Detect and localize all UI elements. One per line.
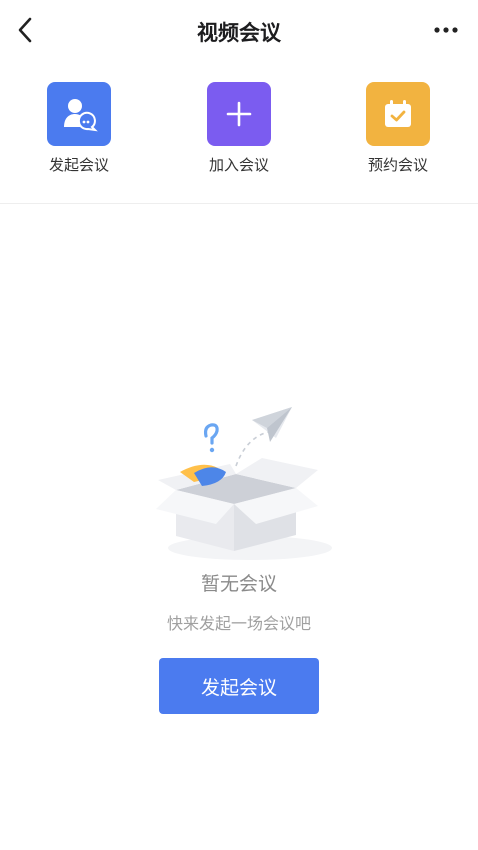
schedule-meeting-label: 预约会议: [367, 156, 428, 174]
join-meeting-action[interactable]: 加入会议: [191, 82, 287, 175]
start-meeting-icon: [64, 99, 98, 132]
section-divider: [0, 203, 478, 204]
empty-box-illustration: [156, 407, 332, 560]
more-button[interactable]: [428, 14, 464, 46]
quick-actions: 发起会议 加入会议 预约会议: [0, 82, 478, 182]
page-title: 视频会议: [197, 21, 281, 45]
nav-bar: 视频会议: [0, 0, 478, 60]
calendar-check-icon: [385, 100, 411, 127]
video-meeting-screen: 视频会议 发起会议 加入会议 预约会议 暂无会议 快来发起一场会议吧 发起会议: [0, 0, 478, 850]
join-meeting-label: 加入会议: [208, 156, 269, 174]
empty-state-title: 暂无会议: [200, 573, 277, 595]
start-meeting-tile: [47, 82, 111, 146]
empty-state-hint: 快来发起一场会议吧: [166, 614, 311, 633]
schedule-meeting-tile: [366, 82, 430, 146]
join-meeting-tile: [207, 82, 271, 146]
start-meeting-button[interactable]: 发起会议: [159, 658, 319, 714]
start-meeting-action[interactable]: 发起会议: [31, 82, 127, 175]
plus-icon: [226, 101, 252, 127]
start-meeting-label: 发起会议: [48, 156, 109, 174]
schedule-meeting-action[interactable]: 预约会议: [350, 82, 446, 175]
more-dots-icon: [434, 27, 458, 33]
